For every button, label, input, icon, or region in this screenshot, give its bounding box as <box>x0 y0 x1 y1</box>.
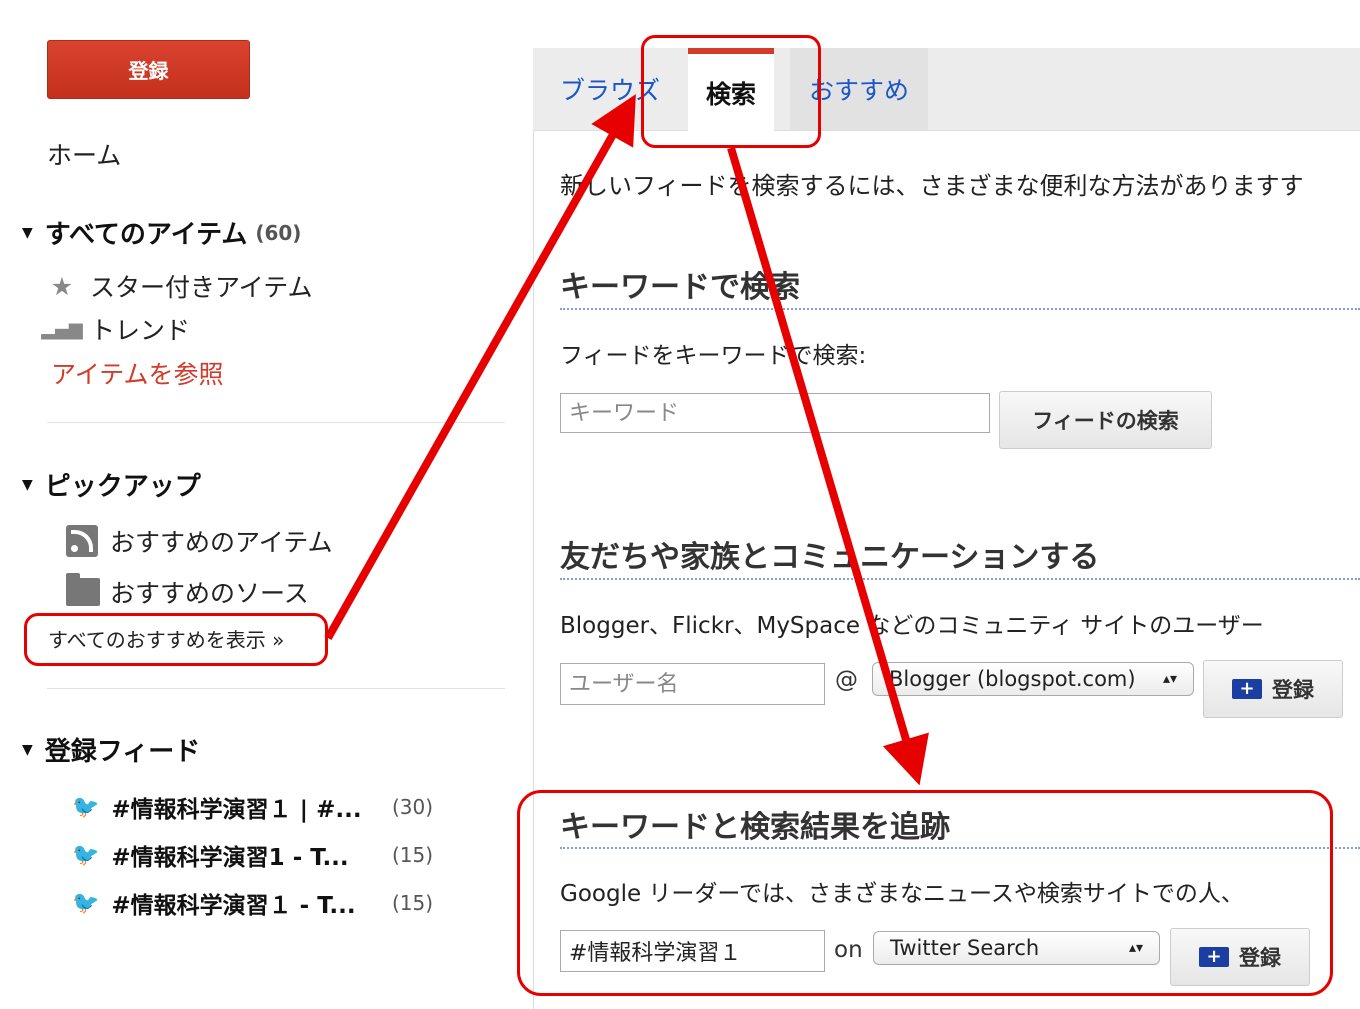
annotation-arrow-to-search-tab <box>324 94 636 640</box>
annotation-arrow-to-track-section <box>727 146 929 786</box>
annotation-arrows <box>324 94 929 786</box>
